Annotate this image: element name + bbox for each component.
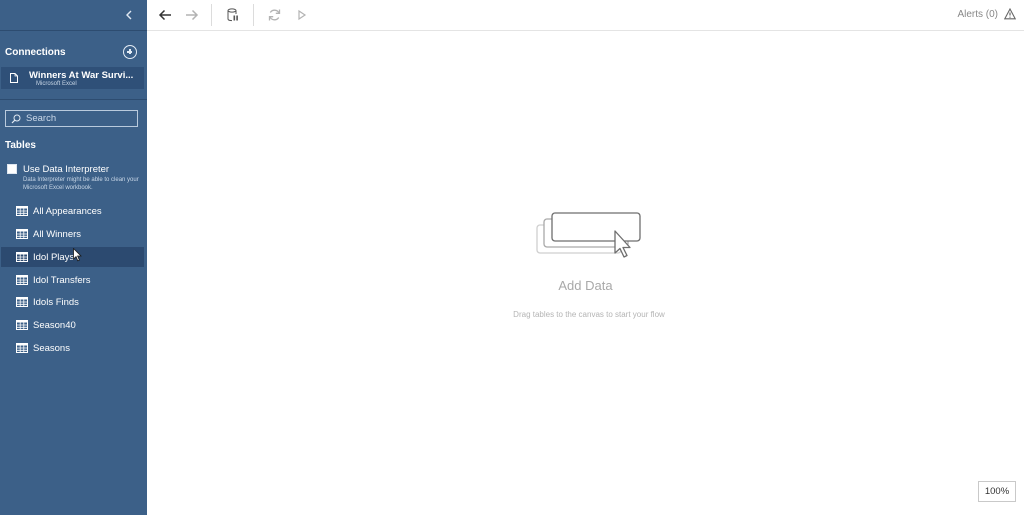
table-label: All Appearances <box>33 205 102 217</box>
tables-title: Tables <box>5 140 36 151</box>
alerts-label[interactable]: Alerts (0) <box>957 9 998 20</box>
pause-data-icon[interactable] <box>224 7 242 23</box>
toolbar-separator <box>211 4 212 26</box>
back-arrow-icon[interactable] <box>156 7 174 23</box>
table-icon <box>16 229 28 239</box>
data-interpreter-hint: Data Interpreter might be able to clean … <box>23 177 139 191</box>
data-interpreter-checkbox[interactable] <box>7 164 17 174</box>
connection-item[interactable]: Winners At War Survi... Microsoft Excel <box>1 67 144 89</box>
connections-title: Connections <box>5 46 66 58</box>
table-label: Idol Transfers <box>33 274 91 286</box>
sidebar-divider <box>0 99 147 100</box>
table-label: Idols Finds <box>33 296 79 308</box>
data-sidebar: Connections Winners At War Survi... Micr… <box>0 0 147 515</box>
flow-canvas[interactable]: Add Data Drag tables to the canvas to st… <box>147 31 1024 515</box>
table-icon <box>16 297 28 307</box>
forward-arrow-icon[interactable] <box>183 7 201 23</box>
table-label: Seasons <box>33 342 70 354</box>
add-data-title: Add Data <box>558 278 613 293</box>
table-icon <box>16 275 28 285</box>
table-item-idol-transfers[interactable]: Idol Transfers <box>1 270 144 290</box>
table-icon <box>16 320 28 330</box>
chevron-left-icon[interactable] <box>121 7 137 23</box>
table-item-idol-plays[interactable]: Idol Plays <box>1 247 144 267</box>
connections-header: Connections <box>5 44 137 60</box>
table-item-all-appearances[interactable]: All Appearances <box>1 201 144 221</box>
table-label: All Winners <box>33 228 82 240</box>
table-item-seasons[interactable]: Seasons <box>1 338 144 358</box>
warning-icon[interactable] <box>1004 8 1016 20</box>
search-icon <box>11 114 21 123</box>
sidebar-top-bar <box>0 0 147 31</box>
table-label: Idol Plays <box>33 251 75 263</box>
search-input[interactable] <box>26 113 136 124</box>
table-icon <box>16 343 28 353</box>
table-item-season40[interactable]: Season40 <box>1 315 144 335</box>
table-item-idols-finds[interactable]: Idols Finds <box>1 292 144 312</box>
connection-name: Winners At War Survi... <box>29 70 134 81</box>
zoom-level-button[interactable]: 100% <box>978 481 1016 502</box>
file-icon <box>10 73 18 83</box>
search-box[interactable] <box>5 110 138 127</box>
toolbar-separator <box>253 4 254 26</box>
plus-circle-icon[interactable] <box>123 45 137 59</box>
refresh-icon[interactable] <box>266 7 284 23</box>
run-icon[interactable] <box>293 7 311 23</box>
add-data-subtitle: Drag tables to the canvas to start your … <box>513 310 665 319</box>
table-label: Season40 <box>33 319 76 331</box>
table-icon <box>16 252 28 262</box>
data-interpreter-label: Use Data Interpreter <box>23 164 110 175</box>
table-item-all-winners[interactable]: All Winners <box>1 224 144 244</box>
table-icon <box>16 206 28 216</box>
connection-type: Microsoft Excel <box>36 81 77 87</box>
top-toolbar: Alerts (0) <box>147 0 1024 31</box>
add-data-illustration <box>536 212 641 258</box>
